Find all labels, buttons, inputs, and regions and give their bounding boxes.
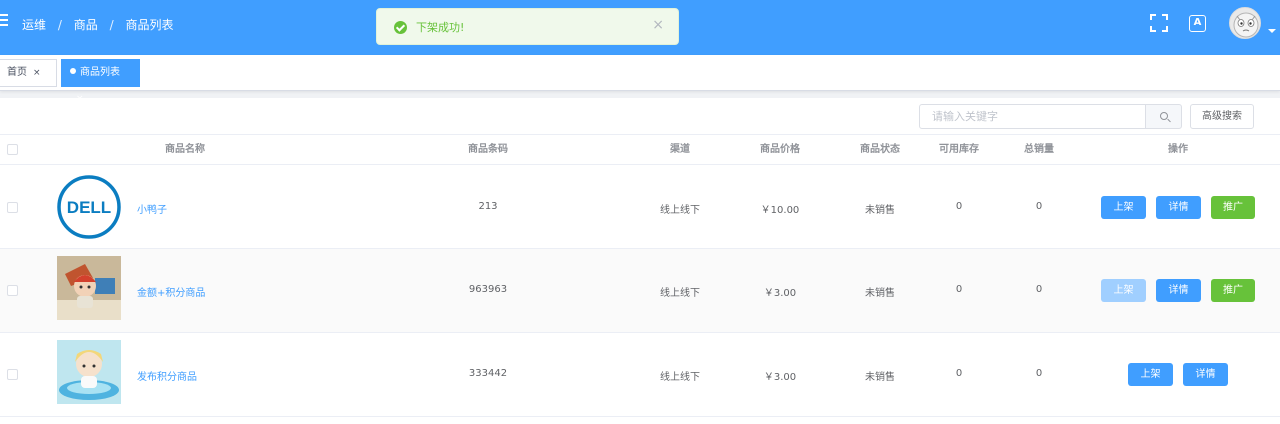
top-navbar: 运维 / 商品 / 商品列表 下架成功! × A [0, 0, 1280, 55]
dell-logo: DELL [67, 198, 111, 217]
table-row: 金额+积分商品 963963 线上线下 ￥3.00 未销售 0 0 上架 详情 … [0, 249, 1280, 333]
price-cell: ￥3.00 [763, 288, 797, 299]
close-icon[interactable]: × [33, 68, 41, 78]
toast-close-icon[interactable]: × [652, 17, 664, 33]
column-header: 商品状态 [860, 144, 900, 155]
sales-cell: 0 [1035, 284, 1043, 295]
goods-table-panel: 高级搜索 商品名称 商品条码 渠道 商品价格 商品状态 可用库存 总销量 操作 … [0, 98, 1280, 424]
product-name-link[interactable]: 小鸭子 [137, 201, 167, 216]
barcode-cell: 213 [478, 201, 498, 212]
row-checkbox[interactable] [7, 202, 18, 213]
column-header: 可用库存 [939, 144, 979, 155]
tab-label: 商品列表 [80, 67, 120, 78]
search-input[interactable] [919, 104, 1146, 129]
select-all-checkbox[interactable] [7, 144, 18, 155]
chevron-down-icon[interactable] [1268, 29, 1276, 33]
channel-cell: 线上线下 [660, 372, 700, 383]
price-cell: ￥10.00 [760, 205, 800, 216]
table-row: 发布积分商品 333442 线上线下 ￥3.00 未销售 0 0 上架 详情 [0, 333, 1280, 417]
success-toast: 下架成功! × [376, 8, 679, 45]
fullscreen-icon[interactable] [1150, 14, 1168, 32]
channel-cell: 线上线下 [660, 288, 700, 299]
product-image [57, 340, 121, 404]
product-name-link[interactable]: 金额+积分商品 [137, 284, 205, 299]
product-image [57, 256, 121, 320]
column-header: 商品名称 [165, 144, 205, 155]
table-header: 商品名称 商品条码 渠道 商品价格 商品状态 可用库存 总销量 操作 [0, 134, 1280, 165]
search-button[interactable] [1145, 104, 1182, 129]
price-cell: ￥3.00 [763, 372, 797, 383]
promote-button[interactable]: 推广 [1211, 196, 1255, 219]
hamburger-icon[interactable] [0, 14, 8, 28]
table-row: DELL 小鸭子 213 线上线下 ￥10.00 未销售 0 0 上架 详情 推… [0, 165, 1280, 249]
promote-button[interactable]: 推广 [1211, 279, 1255, 302]
tags-bar: 首页 × 商品列表× [0, 55, 1280, 104]
list-on-shelf-button[interactable]: 上架 [1101, 279, 1146, 302]
column-header: 总销量 [1024, 144, 1054, 155]
sales-cell: 0 [1035, 368, 1043, 379]
product-name-link[interactable]: 发布积分商品 [137, 368, 197, 383]
barcode-cell: 333442 [468, 368, 508, 379]
column-header: 操作 [1168, 144, 1188, 155]
tab-goods-list[interactable]: 商品列表× [61, 59, 140, 104]
details-button[interactable]: 详情 [1183, 363, 1228, 386]
active-dot-icon [70, 68, 76, 74]
status-cell: 未销售 [865, 205, 895, 216]
product-image: DELL [57, 175, 121, 239]
stock-cell: 0 [955, 368, 963, 379]
channel-cell: 线上线下 [660, 205, 700, 216]
breadcrumb-item-goods-list: 商品列表 [125, 18, 174, 32]
translate-icon[interactable]: A [1189, 15, 1206, 32]
breadcrumb-separator: / [109, 18, 114, 32]
tab-home[interactable]: 首页 × [0, 59, 57, 87]
breadcrumb-item-goods[interactable]: 商品 [74, 16, 98, 33]
breadcrumb-item-ops[interactable]: 运维 [22, 16, 46, 33]
advanced-search-button[interactable]: 高级搜索 [1190, 104, 1254, 129]
status-cell: 未销售 [865, 288, 895, 299]
details-button[interactable]: 详情 [1156, 279, 1201, 302]
list-on-shelf-button[interactable]: 上架 [1128, 363, 1173, 386]
tab-label: 首页 [7, 67, 27, 78]
column-header: 商品价格 [760, 144, 800, 155]
column-header: 商品条码 [468, 144, 508, 155]
details-button[interactable]: 详情 [1156, 196, 1201, 219]
success-check-icon [394, 21, 407, 34]
row-checkbox[interactable] [7, 369, 18, 380]
breadcrumb: 运维 / 商品 / 商品列表 [22, 16, 173, 33]
list-on-shelf-button[interactable]: 上架 [1101, 196, 1146, 219]
sales-cell: 0 [1035, 201, 1043, 212]
column-header: 渠道 [670, 144, 690, 155]
stock-cell: 0 [955, 284, 963, 295]
toast-message: 下架成功! [416, 21, 465, 34]
status-cell: 未销售 [865, 372, 895, 383]
stock-cell: 0 [955, 201, 963, 212]
row-checkbox[interactable] [7, 285, 18, 296]
breadcrumb-separator: / [57, 18, 62, 32]
avatar[interactable] [1229, 7, 1261, 39]
barcode-cell: 963963 [468, 284, 508, 295]
